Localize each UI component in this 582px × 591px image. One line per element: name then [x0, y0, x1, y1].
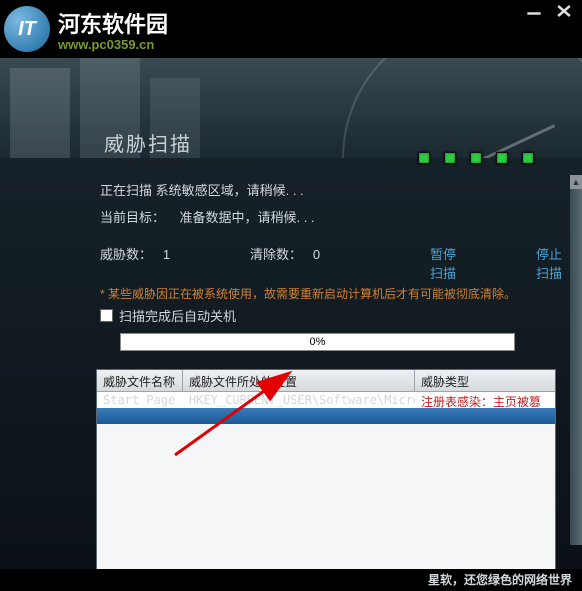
- brand-url: www.pc0359.cn: [58, 37, 168, 52]
- progress-bar: 0%: [120, 333, 515, 351]
- title-bar: IT 河东软件园 www.pc0359.cn: [0, 0, 582, 58]
- progress-value: 0%: [310, 336, 326, 348]
- th-path[interactable]: 威胁文件所处的位置: [183, 370, 415, 391]
- cell-name: Start Page: [97, 392, 183, 408]
- app-window: IT 河东软件园 www.pc0359.cn 威胁扫描: [0, 0, 582, 591]
- cell-type: [415, 408, 555, 424]
- footer-text: 星软，还您绿色的网络世界: [428, 571, 572, 588]
- minimize-button[interactable]: [522, 2, 546, 20]
- cell-name: [97, 408, 183, 424]
- close-button[interactable]: [552, 2, 576, 20]
- table-header: 威胁文件名称 威胁文件所处的位置 威胁类型: [97, 370, 555, 392]
- indicator-led: [444, 152, 456, 164]
- clock-graphic: [342, 58, 582, 158]
- status-indicators: [418, 152, 534, 164]
- brand-title: 河东软件园: [58, 7, 168, 39]
- window-controls: [522, 2, 576, 20]
- indicator-led: [522, 152, 534, 164]
- hero-banner: 威胁扫描: [0, 58, 582, 158]
- page-title: 威胁扫描: [104, 128, 192, 157]
- logo-icon: IT: [4, 6, 50, 52]
- cell-type: 注册表感染：主页被篡: [415, 392, 555, 408]
- target-value: 准备数据中，请稍候. . .: [179, 210, 314, 225]
- target-label: 当前目标：: [100, 210, 165, 225]
- warning-text: * 某些威胁因正在被系统使用，故需要重新启动计算机后才有可能被彻底清除。: [100, 286, 572, 302]
- table-body: Start Page HKEY_CURRENT_USER\Software\Mi…: [97, 392, 555, 574]
- shutdown-checkbox[interactable]: [100, 309, 113, 322]
- clean-count: 清除数： 0: [250, 244, 360, 282]
- th-name[interactable]: 威胁文件名称: [97, 370, 183, 391]
- indicator-led: [496, 152, 508, 164]
- logo-text: IT: [18, 18, 36, 41]
- threat-count: 威胁数： 1: [100, 244, 210, 282]
- footer: 星软，还您绿色的网络世界: [0, 569, 582, 591]
- shutdown-checkbox-row: 扫描完成后自动关机: [100, 306, 572, 325]
- indicator-led: [418, 152, 430, 164]
- scan-target: 当前目标： 准备数据中，请稍候. . .: [100, 207, 572, 226]
- threat-table: 威胁文件名称 威胁文件所处的位置 威胁类型 Start Page HKEY_CU…: [96, 369, 556, 575]
- th-type[interactable]: 威胁类型: [415, 370, 555, 391]
- cell-path: [183, 408, 415, 424]
- scan-status: 正在扫描 系统敏感区域，请稍候. . .: [100, 180, 572, 199]
- table-row[interactable]: Start Page HKEY_CURRENT_USER\Software\Mi…: [97, 392, 555, 408]
- scan-stats: 威胁数： 1 清除数： 0 暂停扫描 停止扫描: [100, 244, 572, 282]
- cell-path: HKEY_CURRENT_USER\Software\Microsoft\In: [183, 392, 415, 408]
- brand: IT 河东软件园 www.pc0359.cn: [0, 6, 168, 52]
- clean-count-value: 0: [313, 247, 320, 262]
- clean-count-label: 清除数：: [250, 247, 302, 262]
- shutdown-checkbox-label: 扫描完成后自动关机: [119, 306, 236, 325]
- table-row-selected[interactable]: [97, 408, 555, 424]
- scan-panel: 正在扫描 系统敏感区域，请稍候. . . 当前目标： 准备数据中，请稍候. . …: [0, 180, 572, 575]
- brand-text: 河东软件园 www.pc0359.cn: [58, 7, 168, 52]
- stop-scan-link[interactable]: 停止扫描: [536, 244, 572, 282]
- indicator-led: [470, 152, 482, 164]
- threat-count-label: 威胁数：: [100, 247, 152, 262]
- pause-scan-link[interactable]: 暂停扫描: [430, 244, 466, 282]
- threat-count-value: 1: [163, 247, 170, 262]
